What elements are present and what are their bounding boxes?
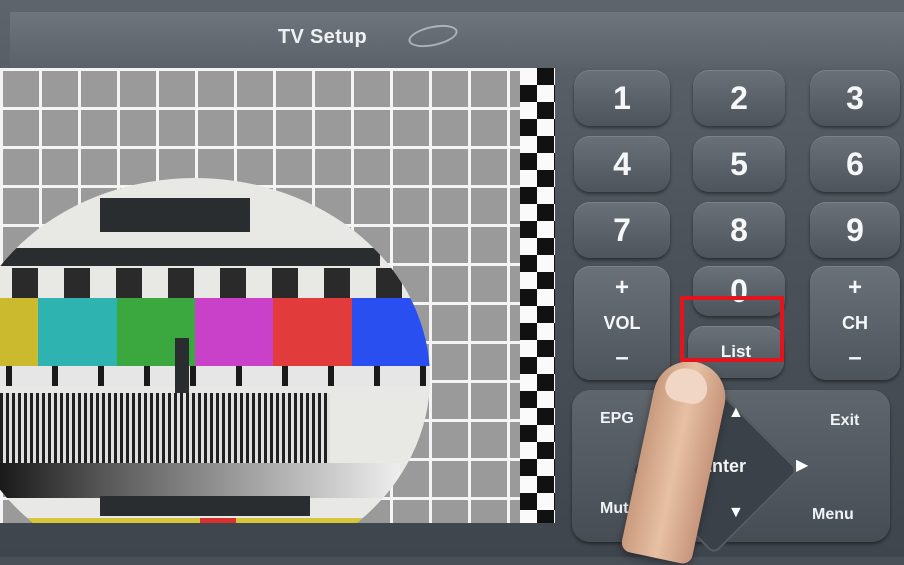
- fingernail: [662, 364, 711, 407]
- test-pattern-lower-bar: [100, 496, 310, 516]
- volume-up-button[interactable]: +: [615, 276, 629, 300]
- color-bar-4: [194, 298, 274, 366]
- epg-button[interactable]: EPG: [600, 410, 634, 428]
- key-2[interactable]: 2: [693, 70, 785, 126]
- channel-up-button[interactable]: +: [848, 276, 862, 300]
- volume-label: VOL: [603, 312, 641, 333]
- channel-down-button[interactable]: –: [848, 346, 861, 370]
- volume-rocker[interactable]: + VOL –: [574, 266, 670, 380]
- key-7[interactable]: 7: [574, 202, 670, 258]
- color-bar-2: [38, 298, 117, 366]
- test-pattern-top-bar: [100, 198, 250, 232]
- title-bar: [10, 12, 904, 68]
- test-pattern-color-bars: [0, 298, 430, 366]
- test-pattern-edge: [520, 68, 555, 523]
- test-pattern-dark-band: [0, 248, 380, 266]
- key-3[interactable]: 3: [810, 70, 900, 126]
- exit-button[interactable]: Exit: [830, 412, 859, 430]
- key-5[interactable]: 5: [693, 136, 785, 192]
- right-arrow-icon[interactable]: ▶: [796, 455, 808, 475]
- key-9[interactable]: 9: [810, 202, 900, 258]
- test-pattern-resolution: [0, 393, 330, 463]
- volume-down-button[interactable]: –: [615, 346, 628, 370]
- down-arrow-icon[interactable]: ▼: [728, 504, 744, 522]
- test-pattern: [0, 68, 555, 523]
- key-1[interactable]: 1: [574, 70, 670, 126]
- color-bar-6: [351, 298, 430, 366]
- key-6[interactable]: 6: [810, 136, 900, 192]
- page-title: TV Setup: [278, 26, 368, 48]
- highlight-box: [680, 296, 784, 362]
- color-bar-5: [273, 298, 352, 366]
- channel-label: CH: [842, 312, 868, 333]
- test-pattern-gray-ramp: [0, 463, 400, 498]
- key-8[interactable]: 8: [693, 202, 785, 258]
- menu-button[interactable]: Menu: [812, 506, 854, 524]
- up-arrow-icon[interactable]: ▲: [728, 404, 744, 422]
- test-pattern-comb: [0, 366, 430, 386]
- channel-rocker[interactable]: + CH –: [810, 266, 900, 380]
- key-4[interactable]: 4: [574, 136, 670, 192]
- test-pattern-red-block: [200, 518, 236, 523]
- color-bar-1: [0, 298, 39, 366]
- test-pattern-stripes: [0, 268, 430, 298]
